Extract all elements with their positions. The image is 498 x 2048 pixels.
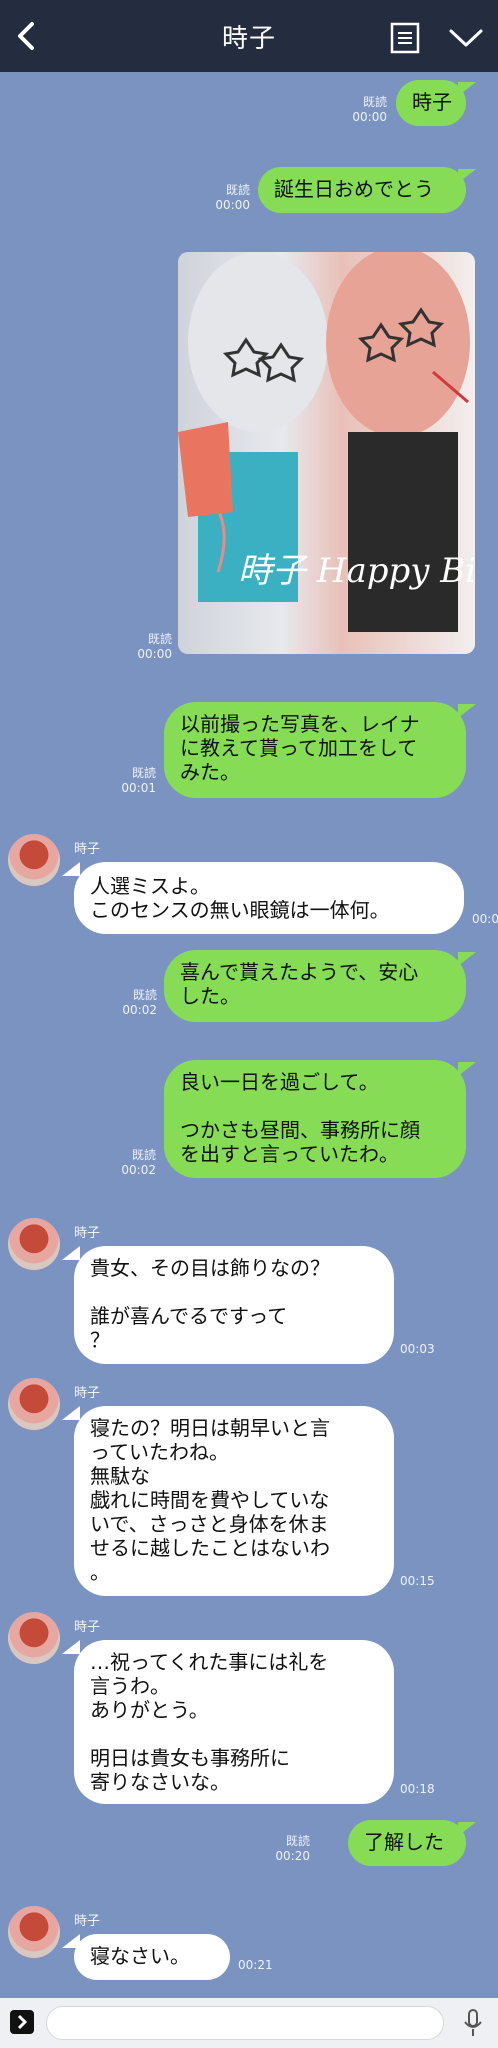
- timestamp: 00:15: [400, 1574, 435, 1588]
- expand-icon[interactable]: [10, 2010, 34, 2034]
- chat-header: 時子: [0, 0, 498, 72]
- read-receipt: 既読 00:00: [352, 95, 387, 124]
- photo-message[interactable]: 時子 Happy Birthday.: [178, 252, 475, 654]
- bubble-tail: [62, 862, 80, 876]
- message-input[interactable]: [46, 2006, 444, 2040]
- read-receipt: 既読 00:02: [122, 988, 157, 1017]
- avatar[interactable]: [8, 834, 60, 886]
- bubble-tail: [62, 1246, 80, 1260]
- outgoing-bubble: 了解した: [348, 1820, 466, 1866]
- outgoing-bubble: 以前撮った写真を、レイナ に教えて貰って加工をして みた。: [164, 702, 466, 798]
- bubble-tail: [62, 1406, 80, 1420]
- timestamp: 00:18: [400, 1782, 435, 1796]
- avatar[interactable]: [8, 1218, 60, 1270]
- sender-name: 時子: [74, 1620, 101, 1635]
- outgoing-bubble: 喜んで貰えたようで、安心 した。: [164, 950, 466, 1022]
- sender-name: 時子: [74, 842, 101, 857]
- outgoing-bubble: 時子: [396, 80, 466, 126]
- incoming-bubble: …祝ってくれた事には礼を 言うわ。 ありがとう。 明日は貴女も事務所に 寄りなさ…: [74, 1640, 394, 1804]
- incoming-bubble: 人選ミスよ。 このセンスの無い眼鏡は一体何。: [74, 862, 464, 934]
- timestamp: 00:03: [400, 1342, 435, 1356]
- mic-icon[interactable]: [462, 2008, 484, 2038]
- avatar[interactable]: [8, 1378, 60, 1430]
- chevron-down-icon[interactable]: [448, 26, 484, 50]
- sender-name: 時子: [74, 1386, 101, 1401]
- sender-name: 時子: [74, 1226, 101, 1241]
- menu-icon[interactable]: [390, 22, 420, 54]
- photo-caption: 時子 Happy Birthday.: [238, 551, 475, 591]
- avatar[interactable]: [8, 1612, 60, 1664]
- sender-name: 時子: [74, 1914, 101, 1929]
- read-receipt: 既読 00:20: [275, 1834, 310, 1863]
- incoming-bubble: 寝たの？明日は朝早いと言 っていたわね。 無駄な 戯れに時間を費やしていな いで…: [74, 1406, 394, 1596]
- read-receipt: 既読 00:02: [121, 1148, 156, 1177]
- bubble-tail: [62, 1640, 80, 1654]
- timestamp: 00:21: [238, 1958, 273, 1972]
- read-receipt: 既読 00:00: [215, 183, 250, 212]
- outgoing-bubble: 良い一日を過ごして。 つかさも昼間、事務所に顔 を出すと言っていたわ。: [164, 1060, 466, 1178]
- outgoing-bubble: 誕生日おめでとう: [258, 167, 466, 213]
- read-receipt: 既読 00:00: [137, 632, 172, 661]
- read-receipt: 既読 00:01: [121, 766, 156, 795]
- avatar[interactable]: [8, 1906, 60, 1958]
- incoming-bubble: 貴女、その目は飾りなの？ 誰が喜んでるですって ？: [74, 1246, 394, 1364]
- chat-title: 時子: [221, 24, 276, 54]
- incoming-bubble: 寝なさい。: [74, 1934, 230, 1980]
- timestamp: 00:0: [472, 912, 498, 926]
